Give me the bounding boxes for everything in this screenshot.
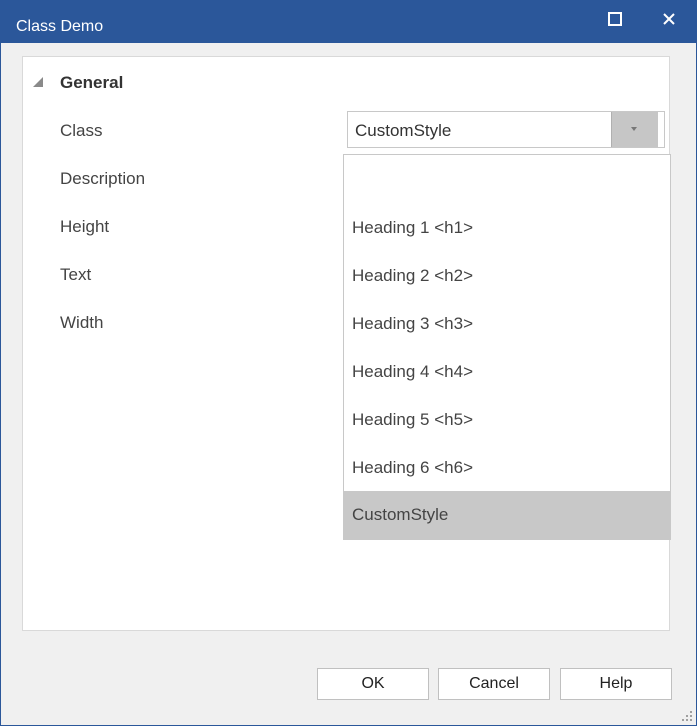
close-button[interactable] [647,1,691,37]
combo-dropdown-button[interactable] [611,112,658,147]
dropdown-item-heading3[interactable]: Heading 3 <h3> [344,300,670,348]
property-label-height: Height [60,217,110,236]
resize-grip-icon[interactable] [682,711,692,721]
property-label-description: Description [60,169,146,188]
maximize-icon [608,12,622,26]
property-label-text: Text [60,265,92,284]
window-title: Class Demo [16,18,104,35]
maximize-button[interactable] [593,1,637,37]
collapse-triangle-icon[interactable] [33,77,43,87]
dropdown-item-heading1[interactable]: Heading 1 <h1> [344,204,670,252]
dropdown-item-heading5[interactable]: Heading 5 <h5> [344,396,670,444]
class-dropdown-list[interactable]: Heading 1 <h1> Heading 2 <h2> Heading 3 … [343,154,671,540]
category-label: General [60,73,124,92]
dropdown-item-heading6[interactable]: Heading 6 <h6> [344,444,670,492]
help-button[interactable]: Help [560,668,672,700]
property-label-class: Class [60,121,103,140]
cancel-button[interactable]: Cancel [438,668,550,700]
title-bar: Class Demo [1,1,696,43]
dropdown-item-customstyle[interactable]: CustomStyle [344,491,670,539]
dialog-window: Class Demo General Class Description Hei… [0,0,697,726]
close-icon [663,13,675,25]
dropdown-item-heading4[interactable]: Heading 4 <h4> [344,348,670,396]
dropdown-item-heading2[interactable]: Heading 2 <h2> [344,252,670,300]
ok-button[interactable]: OK [317,668,429,700]
dropdown-item-empty[interactable] [344,155,670,203]
category-general[interactable]: General [23,69,343,95]
dropdown-caret-icon [631,127,637,131]
class-combo-box[interactable]: CustomStyle [347,111,665,148]
property-label-width: Width [60,313,104,332]
class-combo-value: CustomStyle [355,121,452,140]
